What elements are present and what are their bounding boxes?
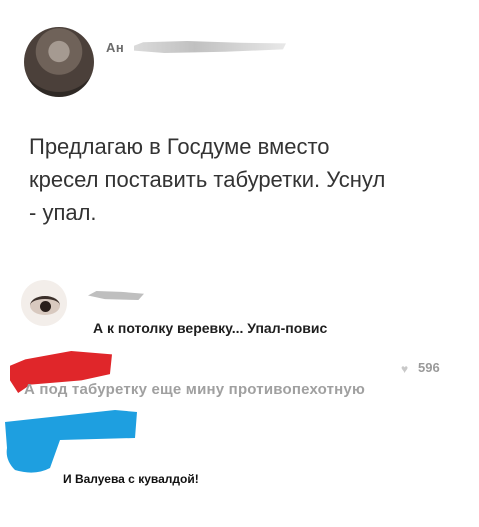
like-count: 596 <box>418 360 440 375</box>
heart-icon[interactable]: ♥ <box>401 362 408 376</box>
reply-text: А под табуретку еще мину противопехотную <box>24 381 365 398</box>
author-name[interactable]: Ан <box>106 40 124 55</box>
reply-avatar[interactable] <box>21 280 67 326</box>
post-text: Предлагаю в Госдуме вместо кресел постав… <box>29 134 386 225</box>
author-avatar[interactable] <box>24 27 94 97</box>
eye-image <box>30 296 60 315</box>
author-name-redaction <box>134 41 286 53</box>
blue-redaction <box>5 410 137 473</box>
reply-text: А к потолку веревку... Упал-повис <box>93 320 328 336</box>
reply-text: И Валуева с кувалдой! <box>63 472 199 486</box>
reply-author-redaction <box>88 291 144 300</box>
